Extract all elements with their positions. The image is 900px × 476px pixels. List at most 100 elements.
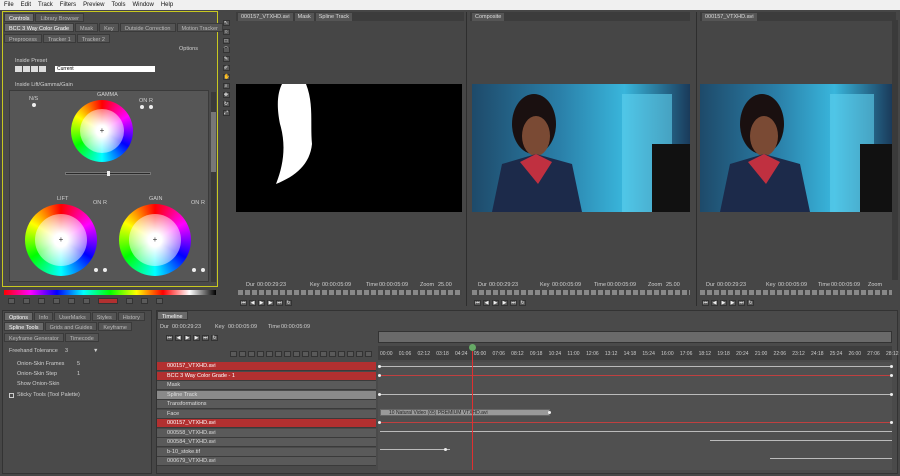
viewer-1-zoom[interactable]: 25.00	[438, 282, 452, 288]
keyframe-5[interactable]	[378, 393, 381, 396]
tl-tool-5-icon[interactable]	[266, 350, 273, 357]
timeline-track-row[interactable]: 000157_VTXHD.avi	[157, 362, 376, 371]
playhead-handle[interactable]	[469, 344, 476, 351]
tab-timeline[interactable]: Timeline	[157, 311, 188, 320]
keyframe-8[interactable]	[890, 421, 893, 424]
viewer-3-canvas[interactable]	[700, 84, 892, 212]
hand-tool-icon[interactable]: ✋	[222, 74, 230, 80]
v3-loop-icon[interactable]: ↻	[747, 299, 754, 306]
keyframe-10[interactable]	[444, 448, 447, 451]
menu-file[interactable]: File	[4, 2, 14, 8]
tl-play-icon[interactable]: ▶	[184, 334, 191, 341]
tl-tool-13-icon[interactable]	[338, 350, 345, 357]
v2-loop-icon[interactable]: ↻	[519, 299, 526, 306]
pen-tool-icon[interactable]: ✎	[222, 56, 230, 62]
v1-loop-icon[interactable]: ↻	[285, 299, 292, 306]
track-area[interactable]	[378, 362, 892, 470]
tab-key[interactable]: Key	[99, 23, 119, 32]
gamma-slider-knob[interactable]	[107, 171, 110, 176]
keyframe-6[interactable]	[890, 393, 893, 396]
gain-wheel[interactable]: +	[119, 204, 191, 276]
v3-prev-frame-icon[interactable]: ◀	[711, 299, 718, 306]
sticky-tools-checkbox[interactable]	[9, 393, 14, 398]
tl-tool-2-icon[interactable]	[239, 350, 246, 357]
lift-wheel[interactable]: +	[25, 204, 97, 276]
freehand-tolerance-value[interactable]: 3	[65, 348, 68, 354]
lift-crosshair[interactable]: +	[57, 236, 65, 244]
toolbar-btn-9[interactable]	[156, 298, 163, 304]
viewer-2-tab-composite[interactable]: Composite	[472, 12, 505, 21]
face-track-clip[interactable]: 10 Natural Video (05) PREMIUM VTXHD.avi	[380, 409, 550, 416]
timeline-track-row[interactable]: 000558_VTXHD.avi	[157, 428, 376, 438]
preset-button-4[interactable]	[39, 66, 46, 72]
tab-grids-guides[interactable]: Grids and Guides	[44, 322, 98, 331]
v1-prev-frame-icon[interactable]: ◀	[249, 299, 256, 306]
gain-on-toggle[interactable]	[192, 268, 196, 272]
tl-tool-1-icon[interactable]	[230, 350, 237, 357]
viewer-divider-1[interactable]	[466, 12, 467, 306]
viewer-1-canvas[interactable]	[236, 84, 462, 212]
tab-motion-tracker[interactable]: Motion Tracker	[176, 23, 223, 32]
gamma-wheel[interactable]: +	[71, 100, 133, 162]
tl-last-frame-icon[interactable]: ⏭	[202, 334, 209, 341]
timeline-track-row[interactable]: Mask	[157, 381, 376, 390]
viewer-2-scrubber[interactable]	[472, 290, 690, 295]
tab-spline-tools[interactable]: Spline Tools	[4, 322, 44, 331]
gamma-slider[interactable]	[65, 171, 151, 176]
tl-tool-14-icon[interactable]	[347, 350, 354, 357]
v2-next-frame-icon[interactable]: ▶	[501, 299, 508, 306]
playhead[interactable]	[472, 344, 473, 470]
viewer-scrollbar[interactable]	[892, 20, 898, 280]
scale-tool-icon[interactable]: ⤢	[222, 110, 230, 116]
keyframe-2[interactable]	[890, 365, 893, 368]
toolbar-btn-4[interactable]	[53, 298, 60, 304]
menu-window[interactable]: Window	[133, 2, 154, 8]
viewer-2-zoom[interactable]: 25.00	[666, 282, 680, 288]
keyframe-1[interactable]	[378, 365, 381, 368]
tab-tracker-1[interactable]: Tracker 1	[42, 34, 76, 43]
tab-library-browser[interactable]: Library Browser	[35, 13, 84, 22]
v2-last-frame-icon[interactable]: ⏭	[510, 299, 517, 306]
tab-keyframe-generator[interactable]: Keyframe Generator	[4, 333, 64, 342]
tl-tool-3-icon[interactable]	[248, 350, 255, 357]
lift-reset[interactable]	[103, 268, 107, 272]
timeline-track-row[interactable]: b-10_stoke.tif	[157, 447, 376, 457]
viewer-3-scrubber[interactable]	[700, 290, 892, 295]
v2-play-icon[interactable]: ▶	[492, 299, 499, 306]
preset-button-1[interactable]	[15, 66, 22, 72]
circle-tool-icon[interactable]: ○	[222, 29, 230, 35]
onion-step-value[interactable]: 1	[77, 371, 80, 377]
tl-tool-9-icon[interactable]	[302, 350, 309, 357]
tab-options[interactable]: Options	[4, 312, 33, 321]
tl-loop-icon[interactable]: ↻	[211, 334, 218, 341]
tab-outside-correction[interactable]: Outside Correction	[119, 23, 176, 32]
timeline-track-row[interactable]: Spline Track	[157, 390, 376, 400]
toolbar-btn-6[interactable]	[83, 298, 90, 304]
tl-tool-7-icon[interactable]	[284, 350, 291, 357]
onion-frames-value[interactable]: 5	[77, 361, 80, 367]
timeline-track-row[interactable]: 000679_VTXHD.avi	[157, 457, 376, 466]
tab-timecode[interactable]: Timecode	[64, 333, 99, 342]
v3-last-frame-icon[interactable]: ⏭	[738, 299, 745, 306]
gain-reset[interactable]	[201, 268, 205, 272]
preset-button-3[interactable]	[31, 66, 38, 72]
v2-prev-frame-icon[interactable]: ◀	[483, 299, 490, 306]
timeline-track-row[interactable]: 000157_VTXHD.avi	[157, 419, 376, 428]
v3-first-frame-icon[interactable]: ⏮	[702, 299, 709, 306]
v1-play-icon[interactable]: ▶	[258, 299, 265, 306]
move-tool-icon[interactable]: ✥	[222, 92, 230, 98]
tl-tool-15-icon[interactable]	[356, 350, 363, 357]
show-onion-label[interactable]: Show Onion-Skin	[17, 381, 60, 387]
brush-tool-icon[interactable]: ✐	[222, 65, 230, 71]
v1-first-frame-icon[interactable]: ⏮	[240, 299, 247, 306]
toolbar-btn-1[interactable]	[8, 298, 15, 304]
tl-first-frame-icon[interactable]: ⏮	[166, 334, 173, 341]
tl-tool-11-icon[interactable]	[320, 350, 327, 357]
lift-on-toggle[interactable]	[94, 268, 98, 272]
tl-tool-12-icon[interactable]	[329, 350, 336, 357]
keyframe-9[interactable]	[548, 411, 551, 414]
keyframe-3[interactable]	[378, 374, 381, 377]
freehand-dropdown-icon[interactable]: ▼	[93, 348, 98, 354]
v1-next-frame-icon[interactable]: ▶	[267, 299, 274, 306]
tab-bcc-3way[interactable]: BCC 3 Way Color Grade	[4, 23, 75, 32]
